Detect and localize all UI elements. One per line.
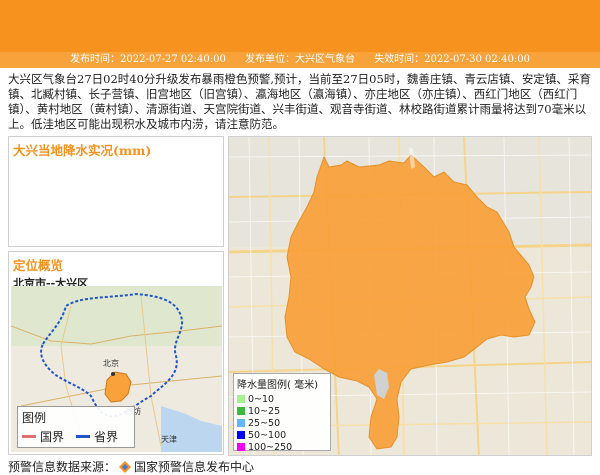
rainfall-range-label: 100~250 [248,441,293,453]
tianjin-label: 天津 [161,434,177,444]
swatch-25-50-icon [237,419,245,427]
province-border-line-icon [76,435,91,438]
source-prefix: 预警信息数据来源： [8,460,117,474]
legend-province-border-label: 省界 [94,430,119,444]
rain-observation-panel: 大兴当地降水实况(mm) [8,136,224,247]
swatch-10-25-icon [237,407,245,415]
map-legend-title: 图例 [22,411,47,425]
publisher: 发布单位：大兴区气象台 [245,54,355,65]
publish-time: 发布时间：2022-07-27 02:40:00 [70,54,226,65]
legend-national-border-label: 国界 [40,430,65,444]
location-panel-title: 定位概览 [13,258,64,273]
legend-row: 国界 省界 [18,428,134,445]
swatch-0-10-icon [237,395,245,403]
warning-description: 大兴区气象台27日02时40分升级发布暴雨橙色预警,预计，当前至27日05时，魏… [8,72,591,131]
swatch-100-250-icon [237,443,245,451]
rainfall-legend-row: 10~25 [234,405,330,417]
rainfall-legend: 降水量图例( 毫米) 0~10 10~25 25~50 50~100 100~2… [233,373,331,453]
rainfall-range-label: 0~10 [248,393,275,405]
warning-area-map[interactable]: 降水量图例( 毫米) 0~10 10~25 25~50 50~100 100~2… [228,136,592,456]
rainfall-legend-row: 0~10 [234,393,330,405]
rainfall-legend-row: 50~100 [234,429,330,441]
beijing-label: 北京 [103,358,119,368]
source-link[interactable]: 国家预警信息发布中心 [134,458,254,475]
location-overview-panel: 定位概览 北京市--大兴区 北京 廊坊 天津 图例 国界 省界 [8,251,224,455]
data-source: 预警信息数据来源： 国家预警信息发布中心 [8,458,254,475]
rainfall-legend-row: 25~50 [234,417,330,429]
warning-meta-bar: 发布时间：2022-07-27 02:40:00 发布单位：大兴区气象台 失效时… [0,52,600,68]
map-legend: 图例 国界 省界 [17,406,135,448]
national-border-line-icon [22,435,36,438]
rain-panel-title: 大兴当地降水实况(mm) [13,143,152,158]
rainfall-range-label: 50~100 [248,429,287,441]
rainfall-legend-title: 降水量图例( 毫米) [237,380,318,391]
overview-map[interactable]: 北京 廊坊 天津 图例 国界 省界 [11,286,222,452]
warning-banner [0,0,600,52]
swatch-50-100-icon [237,431,245,439]
expire-time: 失效时间：2022-07-30 02:40:00 [374,54,530,65]
rainfall-legend-row: 100~250 [234,441,330,453]
rainfall-range-label: 25~50 [248,417,281,429]
rainfall-range-label: 10~25 [248,405,281,417]
